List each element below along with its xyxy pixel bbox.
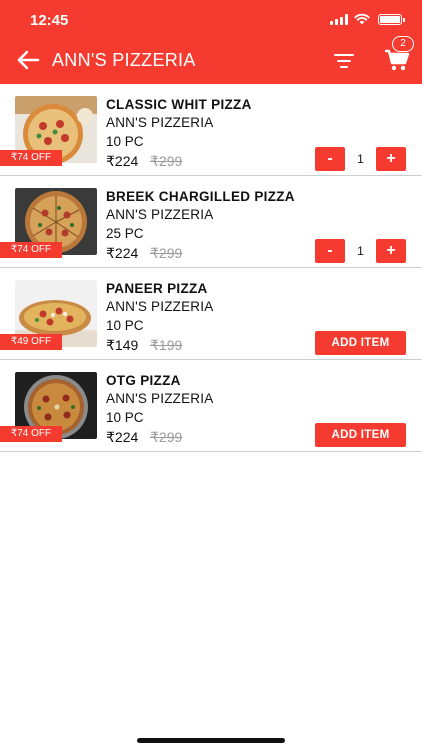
item-mrp: ₹299 (150, 153, 183, 169)
back-arrow-icon[interactable] (16, 49, 40, 71)
page-title: ANN'S PIZZERIA (52, 50, 196, 70)
decrement-button[interactable]: - (315, 239, 345, 263)
item-pack-size: 10 PC (106, 318, 144, 333)
item-pack-size: 25 PC (106, 226, 144, 241)
discount-badge: ₹74 OFF (0, 242, 62, 258)
status-time: 12:45 (30, 12, 69, 29)
item-price: ₹224 (106, 429, 139, 445)
battery-icon (378, 13, 405, 25)
item-price: ₹224 (106, 245, 139, 261)
wifi-icon (354, 13, 370, 25)
item-name: PANEER PIZZA (106, 281, 208, 296)
signal-icon (330, 13, 348, 25)
decrement-button[interactable]: - (315, 147, 345, 171)
add-item-button[interactable]: ADD ITEM (315, 331, 406, 355)
item-name: CLASSIC WHIT PIZZA (106, 97, 252, 112)
item-name: OTG PIZZA (106, 373, 181, 388)
item-mrp: ₹299 (150, 429, 183, 445)
cart-count-badge: 2 (392, 36, 414, 52)
list-item[interactable]: ₹74 OFF CLASSIC WHIT PIZZA ANN'S PIZZERI… (0, 84, 422, 176)
item-mrp: ₹299 (150, 245, 183, 261)
item-pack-size: 10 PC (106, 134, 144, 149)
item-store: ANN'S PIZZERIA (106, 391, 214, 406)
discount-badge: ₹49 OFF (0, 334, 62, 350)
list-item[interactable]: ₹74 OFF OTG PIZZA ANN'S PIZZERIA 10 PC ₹… (0, 360, 422, 452)
status-icons (330, 13, 405, 25)
discount-badge: ₹74 OFF (0, 426, 62, 442)
increment-button[interactable]: + (376, 239, 406, 263)
list-item[interactable]: ₹74 OFF BREEK CHARGILLED PIZZA ANN'S PIZ… (0, 176, 422, 268)
list-item[interactable]: ₹49 OFF PANEER PIZZA ANN'S PIZZERIA 10 P… (0, 268, 422, 360)
item-price: ₹224 (106, 153, 139, 169)
item-pack-size: 10 PC (106, 410, 144, 425)
discount-badge: ₹74 OFF (0, 150, 62, 166)
item-price: ₹149 (106, 337, 139, 353)
quantity-count: 1 (357, 152, 364, 166)
item-store: ANN'S PIZZERIA (106, 299, 214, 314)
item-name: BREEK CHARGILLED PIZZA (106, 189, 295, 204)
item-mrp: ₹199 (150, 337, 183, 353)
increment-button[interactable]: + (376, 147, 406, 171)
home-indicator[interactable] (137, 738, 285, 743)
item-store: ANN'S PIZZERIA (106, 115, 214, 130)
app-header: 12:45 ANN'S PIZZERIA 2 (0, 0, 422, 84)
item-store: ANN'S PIZZERIA (106, 207, 214, 222)
quantity-count: 1 (357, 244, 364, 258)
product-list: ₹74 OFF CLASSIC WHIT PIZZA ANN'S PIZZERI… (0, 84, 422, 452)
filter-icon[interactable] (333, 52, 355, 70)
add-item-button[interactable]: ADD ITEM (315, 423, 406, 447)
